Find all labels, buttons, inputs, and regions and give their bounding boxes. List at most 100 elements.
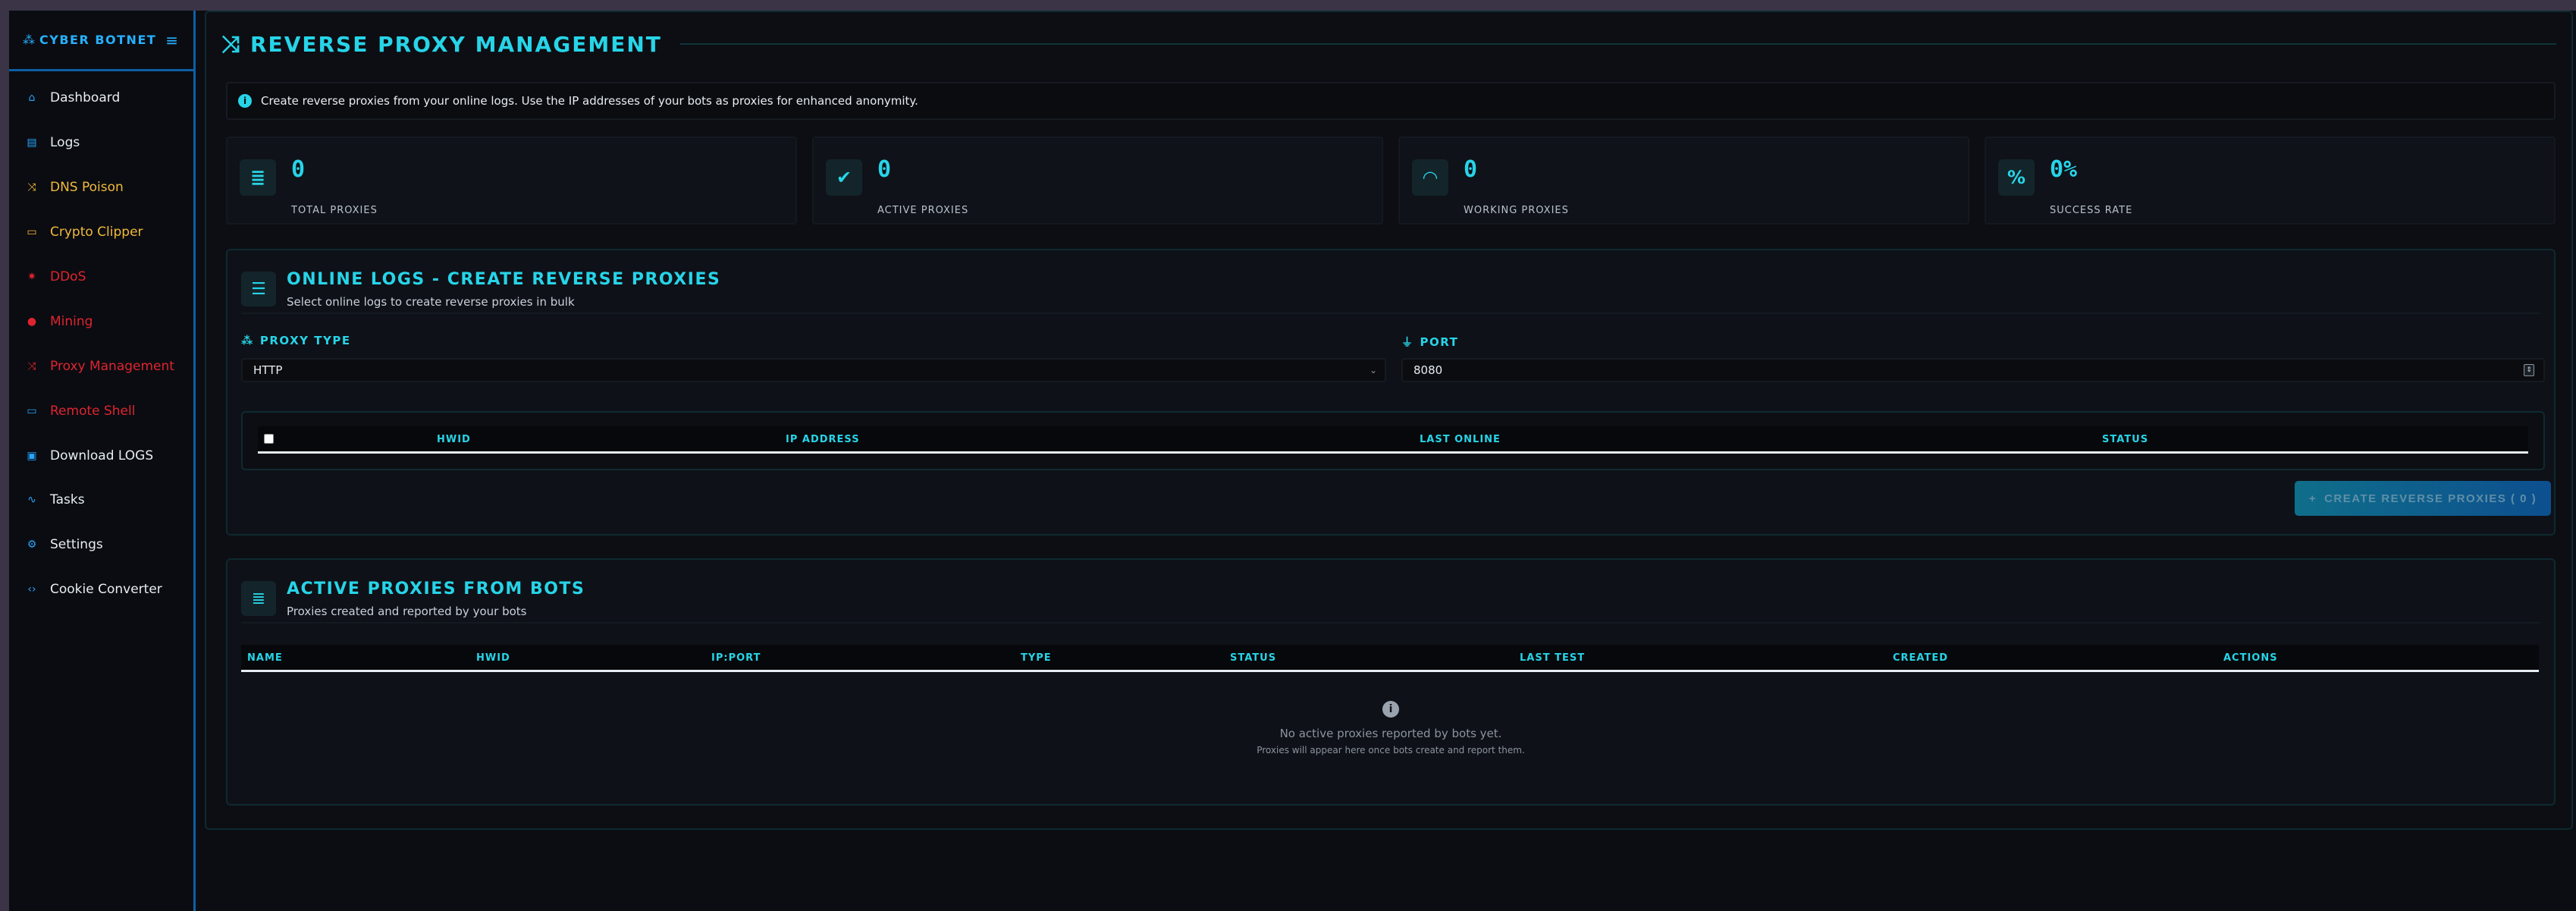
port-value: 8080: [1414, 363, 1443, 377]
port-input[interactable]: 8080 ⇕: [1401, 358, 2545, 382]
credit-card-icon: ▭: [27, 226, 37, 239]
shuffle-icon: ⤨: [27, 360, 36, 372]
circle-icon: ●: [27, 315, 37, 328]
sidebar-nav: ⌂ Dashboard ▤ Logs ⤨ DNS Poison ▭ Crypto…: [9, 71, 193, 612]
check-circle-icon: ✔: [826, 159, 862, 196]
sidebar-item-settings[interactable]: ⚙ Settings: [9, 523, 193, 567]
brand-logo[interactable]: ⁂ CYBER BOTNET: [23, 33, 156, 47]
column-last-online[interactable]: LAST ONLINE: [1420, 434, 1501, 445]
empty-subtitle: Proxies will appear here once bots creat…: [1257, 745, 1525, 756]
stat-value: 0: [877, 156, 892, 183]
stat-total-proxies: ≣ 0 TOTAL PROXIES: [226, 137, 797, 225]
create-reverse-proxies-button[interactable]: + CREATE REVERSE PROXIES ( 0 ): [2295, 481, 2551, 516]
column-created[interactable]: CREATED: [1893, 652, 1948, 664]
sidebar-item-remote-shell[interactable]: ▭ Remote Shell: [9, 388, 193, 433]
monitor-icon: ▭: [27, 404, 37, 417]
column-ip-address[interactable]: IP ADDRESS: [786, 434, 860, 445]
card-title: ACTIVE PROXIES FROM BOTS: [287, 580, 585, 598]
percent-icon: %: [1998, 159, 2035, 196]
server-icon: ≣: [241, 581, 276, 616]
chevron-down-icon: ⌄: [1369, 365, 1377, 375]
sidebar-item-label: DNS Poison: [50, 180, 124, 196]
sidebar-item-cookie-converter[interactable]: ‹› Cookie Converter: [9, 567, 193, 612]
page-header: ⤨ REVERSE PROXY MANAGEMENT: [221, 27, 2556, 61]
stat-label: ACTIVE PROXIES: [877, 205, 969, 216]
stats-row: ≣ 0 TOTAL PROXIES ✔ 0 ACTIVE PROXIES ◠ 0…: [226, 137, 2556, 225]
card-divider: [241, 622, 2540, 624]
stat-value: 0: [291, 156, 306, 183]
sidebar-item-crypto-clipper[interactable]: ▭ Crypto Clipper: [9, 210, 193, 255]
stat-value: 0%: [2050, 156, 2078, 183]
page-title: REVERSE PROXY MANAGEMENT: [250, 31, 662, 57]
stat-working-proxies: ◠ 0 WORKING PROXIES: [1398, 137, 1969, 225]
online-logs-table: HWID IP ADDRESS LAST ONLINE STATUS: [241, 411, 2545, 470]
file-icon: ▤: [27, 137, 37, 149]
sidebar-item-label: Proxy Management: [50, 358, 174, 374]
plug-icon: ⏚: [1401, 335, 1414, 349]
sidebar-item-logs[interactable]: ▤ Logs: [9, 121, 193, 165]
info-icon: i: [1382, 701, 1399, 718]
proxy-management-panel: ⤨ REVERSE PROXY MANAGEMENT i Create reve…: [205, 11, 2573, 830]
network-icon: ⁂: [241, 334, 254, 347]
brand-name: CYBER BOTNET: [39, 33, 157, 47]
card-subtitle: Proxies created and reported by your bot…: [287, 605, 527, 618]
sidebar-item-dashboard[interactable]: ⌂ Dashboard: [9, 76, 193, 121]
column-status[interactable]: STATUS: [2102, 434, 2148, 445]
stat-success-rate: % 0% SUCCESS RATE: [1985, 137, 2556, 225]
stat-label: TOTAL PROXIES: [291, 205, 378, 216]
network-icon: ⁂: [23, 33, 35, 47]
sidebar-item-label: Settings: [50, 537, 103, 553]
column-hwid[interactable]: HWID: [476, 652, 510, 664]
shuffle-icon: ⤨: [221, 30, 240, 58]
menu-icon[interactable]: ≡: [165, 31, 178, 49]
plus-icon: +: [2308, 492, 2317, 505]
header-divider: [679, 43, 2556, 45]
column-hwid[interactable]: HWID: [437, 434, 471, 445]
active-proxies-card: ≣ ACTIVE PROXIES FROM BOTS Proxies creat…: [226, 558, 2556, 806]
sidebar-item-dns-poison[interactable]: ⤨ DNS Poison: [9, 165, 193, 210]
sidebar-item-mining[interactable]: ● Mining: [9, 299, 193, 344]
sidebar-item-label: Mining: [50, 313, 93, 329]
proxy-type-select[interactable]: HTTP ⌄: [241, 358, 1386, 382]
card-header: ≣ ACTIVE PROXIES FROM BOTS Proxies creat…: [241, 580, 585, 618]
sidebar-brand: ⁂ CYBER BOTNET ≡: [9, 11, 193, 71]
select-all-checkbox[interactable]: [264, 434, 274, 444]
download-icon: ▣: [27, 449, 37, 462]
column-last-test[interactable]: LAST TEST: [1520, 652, 1585, 664]
sidebar-item-tasks[interactable]: ∿ Tasks: [9, 478, 193, 523]
sidebar-item-label: Logs: [50, 135, 80, 151]
column-actions[interactable]: ACTIONS: [2223, 652, 2278, 664]
chart-icon: ∿: [27, 494, 36, 507]
sidebar-item-label: Crypto Clipper: [50, 225, 143, 240]
sidebar-item-label: Cookie Converter: [50, 582, 162, 598]
card-subtitle: Select online logs to create reverse pro…: [287, 295, 575, 309]
sidebar-item-ddos[interactable]: ✷ DDoS: [9, 255, 193, 300]
home-icon: ⌂: [28, 92, 36, 105]
sidebar-item-label: DDoS: [50, 269, 86, 284]
server-icon: ≣: [240, 159, 276, 196]
sidebar-item-label: Download LOGS: [50, 448, 154, 463]
info-icon: i: [238, 94, 252, 108]
port-label: ⏚ PORT: [1401, 334, 1458, 350]
column-status[interactable]: STATUS: [1230, 652, 1276, 664]
stepper-icon[interactable]: ⇕: [2524, 364, 2534, 376]
sidebar-item-proxy-management[interactable]: ⤨ Proxy Management: [9, 344, 193, 388]
proxy-type-label: ⁂ PROXY TYPE: [241, 334, 351, 347]
column-name[interactable]: NAME: [247, 652, 283, 664]
column-ip-port[interactable]: IP:PORT: [711, 652, 761, 664]
card-divider: [241, 313, 2540, 314]
sidebar-item-download-logs[interactable]: ▣ Download LOGS: [9, 433, 193, 478]
column-type[interactable]: TYPE: [1021, 652, 1052, 664]
sidebar-item-label: Tasks: [50, 492, 85, 508]
stat-value: 0: [1464, 156, 1478, 183]
wifi-icon: ◠: [1412, 159, 1448, 196]
sidebar-item-label: Remote Shell: [50, 403, 136, 419]
proxy-type-value: HTTP: [253, 363, 283, 377]
stat-label: WORKING PROXIES: [1464, 205, 1569, 216]
main-content: ⤨ REVERSE PROXY MANAGEMENT i Create reve…: [205, 11, 2576, 911]
card-header: ☰ ONLINE LOGS - CREATE REVERSE PROXIES S…: [241, 270, 720, 309]
online-logs-card: ☰ ONLINE LOGS - CREATE REVERSE PROXIES S…: [226, 249, 2556, 536]
table-header: HWID IP ADDRESS LAST ONLINE STATUS: [258, 426, 2528, 454]
stat-label: SUCCESS RATE: [2050, 205, 2133, 216]
proxy-type-label-text: PROXY TYPE: [259, 334, 351, 347]
